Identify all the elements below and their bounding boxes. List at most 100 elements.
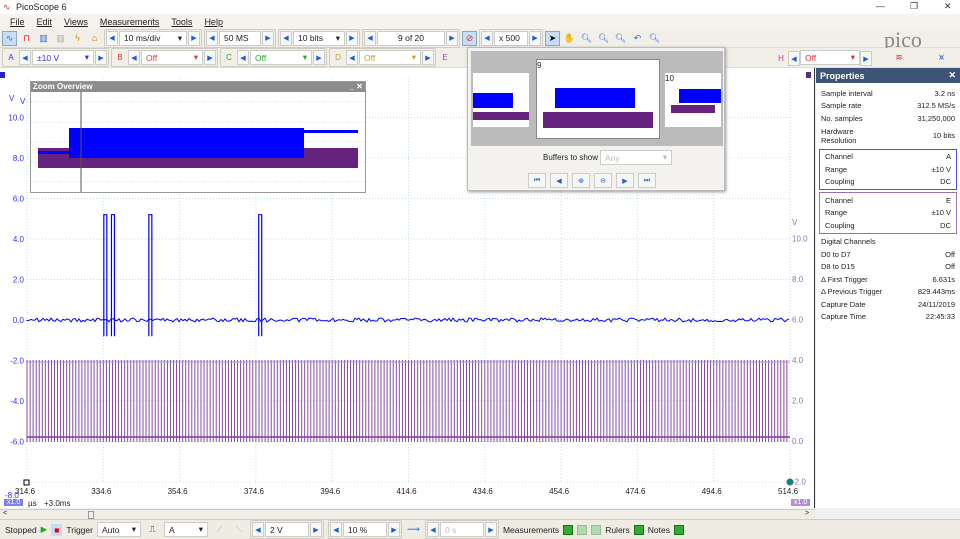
trigger-edge-icon[interactable]: ⎍	[145, 522, 160, 537]
channel-d-prev[interactable]: ◀	[346, 50, 358, 65]
post-trigger-delay-icon[interactable]: ⟿	[406, 522, 421, 537]
minimize-button[interactable]: —	[876, 1, 885, 11]
zoom-prev[interactable]: ◀	[481, 31, 493, 46]
channel-h-prev[interactable]: ◀	[788, 51, 800, 66]
channel-e-button[interactable]: E	[438, 53, 452, 62]
zoom-in-buffers-button[interactable]: ⊕	[572, 173, 590, 188]
undo-zoom-icon[interactable]: ↶	[630, 31, 645, 46]
channel-b-prev[interactable]: ◀	[128, 50, 140, 65]
buffer-navigator-icon[interactable]: ⊘	[462, 31, 477, 46]
stop-button[interactable]: ■	[51, 524, 62, 536]
buffers-to-show-select[interactable]: Any ▾	[600, 150, 672, 165]
overview-plot[interactable]	[31, 92, 365, 192]
buffer-thumb-9[interactable]: 9	[536, 59, 660, 139]
channel-a-prev[interactable]: ◀	[19, 50, 31, 65]
channel-h-button[interactable]: H	[774, 54, 788, 63]
zoom-in-icon[interactable]: 🔍︎	[579, 31, 594, 46]
pretrigger-next[interactable]: ▶	[388, 522, 400, 537]
menu-help[interactable]: Help	[204, 17, 223, 27]
timebase-next[interactable]: ▶	[188, 31, 200, 46]
buffer-thumb-10[interactable]: 10	[665, 73, 721, 127]
pointer-tool-icon[interactable]: ➤	[545, 31, 560, 46]
delay-field[interactable]: 0 s	[440, 522, 484, 537]
menu-edit[interactable]: Edit	[37, 17, 53, 27]
buffer-next[interactable]: ▶	[446, 31, 458, 46]
add-measurement-button[interactable]	[563, 525, 573, 535]
menu-measurements[interactable]: Measurements	[100, 17, 160, 27]
buffer-field[interactable]: 9 of 20	[377, 31, 445, 46]
close-button[interactable]: ✕	[944, 1, 952, 12]
pretrigger-prev[interactable]: ◀	[330, 522, 342, 537]
trigger-source-select[interactable]: A ▾	[164, 522, 208, 537]
maximize-button[interactable]: ❐	[910, 1, 918, 12]
buffer-prev[interactable]: ◀	[364, 31, 376, 46]
channel-a-next[interactable]: ▶	[95, 50, 107, 65]
notes-button[interactable]	[674, 525, 684, 535]
scope-mode-icon[interactable]: ∿	[2, 31, 17, 46]
last-buffer-button[interactable]: ⏭	[638, 173, 656, 188]
channel-b-range[interactable]: Off ▾	[141, 50, 203, 65]
channel-b-button[interactable]: B	[113, 53, 127, 62]
scroll-left-arrow[interactable]: <	[3, 510, 7, 517]
trigger-mode-select[interactable]: Auto ▾	[97, 522, 141, 537]
menu-file[interactable]: File	[10, 17, 25, 27]
channel-b-next[interactable]: ▶	[204, 50, 216, 65]
menu-views[interactable]: Views	[64, 17, 88, 27]
persistence-mode-icon[interactable]: ⊓	[19, 31, 34, 46]
home-icon[interactable]: ⌂	[87, 31, 102, 46]
rulers-button[interactable]	[634, 525, 644, 535]
resolution-prev[interactable]: ◀	[280, 31, 292, 46]
channel-a-button[interactable]: A	[4, 53, 18, 62]
spectrum-mode-icon[interactable]: ▥	[36, 31, 51, 46]
rising-edge-icon[interactable]: ⟋	[212, 522, 227, 537]
pretrigger-field[interactable]: 10 %	[343, 522, 387, 537]
channel-h-range[interactable]: Off ▾	[800, 50, 860, 65]
threshold-prev[interactable]: ◀	[252, 522, 264, 537]
properties-close-icon[interactable]: ✕	[948, 70, 956, 81]
zoom-field[interactable]: x 500	[494, 31, 528, 46]
delay-prev[interactable]: ◀	[427, 522, 439, 537]
left-axis-scale-badge[interactable]: x1.0	[4, 499, 23, 506]
edit-measurement-button[interactable]	[577, 525, 587, 535]
prev-buffer-button[interactable]: ◀	[550, 173, 568, 188]
samples-next[interactable]: ▶	[262, 31, 274, 46]
timebase-prev[interactable]: ◀	[106, 31, 118, 46]
hand-tool-icon[interactable]: ✋	[562, 31, 577, 46]
horizontal-scrollbar[interactable]: < >	[0, 509, 815, 519]
channel-h-next[interactable]: ▶	[860, 51, 872, 66]
next-buffer-button[interactable]: ▶	[616, 173, 634, 188]
samples-field[interactable]: 50 MS	[219, 31, 261, 46]
math-channels-icon[interactable]: ≋	[888, 50, 910, 65]
zoom-region-icon[interactable]: 🔍︎	[596, 31, 611, 46]
channel-c-prev[interactable]: ◀	[237, 50, 249, 65]
delete-measurement-button[interactable]	[591, 525, 601, 535]
scroll-right-arrow[interactable]: >	[805, 510, 809, 517]
channel-a-range[interactable]: ±10 V ▾	[32, 50, 94, 65]
samples-prev[interactable]: ◀	[206, 31, 218, 46]
falling-edge-icon[interactable]: ⟍	[231, 522, 246, 537]
zoom-full-icon[interactable]: 🔍︎	[647, 31, 662, 46]
menu-tools[interactable]: Tools	[171, 17, 192, 27]
overview-close-icon[interactable]: _ ✕	[349, 82, 365, 92]
threshold-next[interactable]: ▶	[310, 522, 322, 537]
zoom-next[interactable]: ▶	[529, 31, 541, 46]
start-button[interactable]: ▶	[41, 524, 48, 535]
auto-setup-icon[interactable]: ϟ	[70, 31, 85, 46]
zoom-out-icon[interactable]: 🔍︎	[613, 31, 628, 46]
threshold-field[interactable]: 2 V	[265, 522, 309, 537]
channel-c-button[interactable]: C	[222, 53, 236, 62]
channel-c-range[interactable]: Off ▾	[250, 50, 312, 65]
zoom-overview-window[interactable]: Zoom Overview _ ✕ V	[30, 81, 366, 193]
digital-channels-icon[interactable]: ⩙	[934, 50, 949, 65]
resolution-select[interactable]: 10 bits ▾	[293, 31, 345, 46]
buffer-navigator-popup[interactable]: 9 10 Buffers to show Any ▾ ⏮ ◀ ⊕ ⊖ ▶ ⏭	[467, 47, 725, 191]
scrollbar-thumb[interactable]	[88, 511, 94, 519]
resolution-next[interactable]: ▶	[346, 31, 358, 46]
channel-d-button[interactable]: D	[331, 53, 345, 62]
first-buffer-button[interactable]: ⏮	[528, 173, 546, 188]
zoom-out-buffers-button[interactable]: ⊖	[594, 173, 612, 188]
right-axis-scale-badge[interactable]: x1.0	[791, 499, 810, 506]
channel-c-next[interactable]: ▶	[313, 50, 325, 65]
channel-d-range[interactable]: Off ▾	[359, 50, 421, 65]
channel-d-next[interactable]: ▶	[422, 50, 434, 65]
